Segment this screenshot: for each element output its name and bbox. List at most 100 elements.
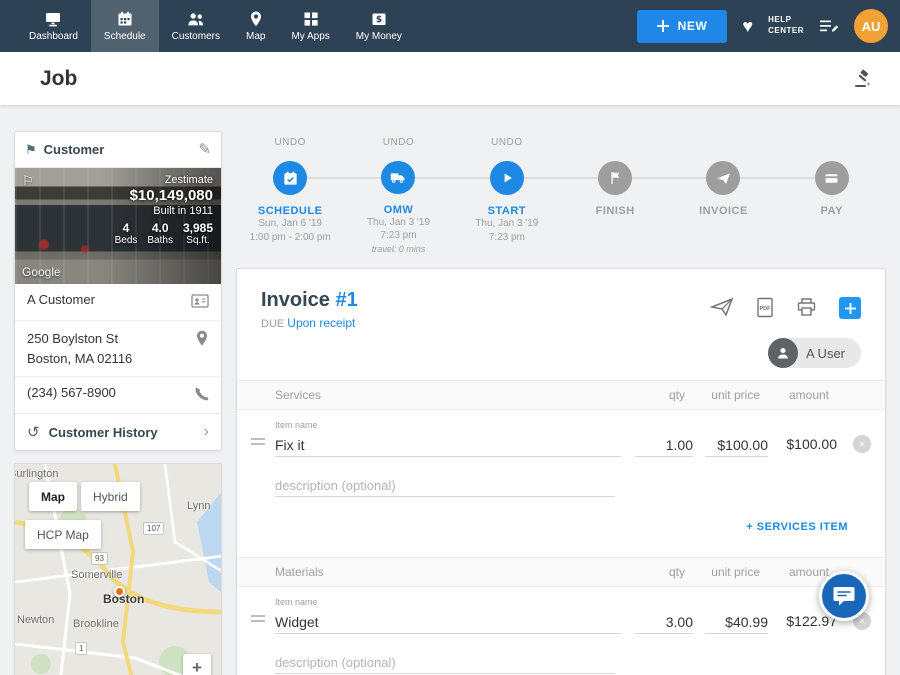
location-pin-icon[interactable] (195, 330, 209, 350)
due-label: DUE (261, 318, 284, 330)
customer-card-header: ⚑ Customer ✎ (15, 132, 221, 168)
service-unit-price-input[interactable] (705, 433, 768, 457)
invoice-number[interactable]: #1 (335, 289, 357, 311)
svg-text:$: $ (376, 15, 382, 25)
item-name-label: Item name (275, 597, 621, 607)
customer-phone-row: (234) 567-8900 (15, 376, 221, 413)
start-step-icon[interactable] (490, 161, 524, 195)
pay-step-icon[interactable] (815, 161, 849, 195)
map-pin-icon (247, 10, 265, 28)
step-schedule: UNDO SCHEDULE Sun, Jan 6 '19 1:00 pm - 2… (236, 137, 344, 255)
nav-my-apps-label: My Apps (291, 31, 329, 42)
nav-schedule[interactable]: Schedule (91, 0, 159, 52)
photo-flag-icon: ⚐ (22, 173, 34, 189)
remove-service-item-button[interactable]: × (853, 435, 871, 453)
map-type-map-button[interactable]: Map (29, 482, 77, 511)
schedule-step-icon[interactable] (273, 161, 307, 195)
material-name-input[interactable] (275, 610, 621, 634)
people-icon (187, 10, 205, 28)
pdf-button[interactable]: PDF (756, 297, 774, 318)
omw-travel: travel: 0 mins (372, 243, 426, 255)
chat-fab-button[interactable] (819, 571, 869, 621)
service-description-input[interactable] (275, 473, 615, 497)
new-button-label: NEW (678, 19, 708, 33)
chat-icon (832, 585, 856, 607)
nav-dashboard-label: Dashboard (29, 31, 78, 42)
zestimate-value: $10,149,080 (115, 187, 213, 204)
add-service-item-link[interactable]: + SERVICES ITEM (746, 521, 848, 533)
nav-customers[interactable]: Customers (159, 0, 233, 52)
route-shield-93: 93 (91, 552, 108, 565)
print-button[interactable] (796, 297, 817, 317)
nav-dashboard[interactable]: Dashboard (16, 0, 91, 52)
material-description-row (237, 634, 885, 674)
address-line2: Boston, MA 02116 (27, 349, 132, 369)
map-label-somerville: Somerville (71, 569, 122, 581)
start-step-label: START (488, 205, 526, 217)
map-type-hybrid-button[interactable]: Hybrid (81, 482, 140, 511)
contact-card-icon[interactable] (191, 293, 209, 312)
nav-my-money[interactable]: $ My Money (343, 0, 415, 52)
customer-address: 250 Boylston St Boston, MA 02116 (27, 329, 132, 368)
step-start: UNDO START Thu, Jan 3 '19 7:23 pm (453, 137, 561, 255)
schedule-time: 1:00 pm - 2:00 pm (250, 231, 331, 245)
top-nav: Dashboard Schedule Customers Map My Apps… (0, 0, 900, 52)
drag-handle-icon[interactable] (251, 438, 275, 445)
customer-history-button[interactable]: ↺ Customer History › (15, 413, 221, 450)
money-icon: $ (370, 10, 388, 28)
service-name-input[interactable] (275, 433, 621, 457)
edit-pencil-icon[interactable]: ✎ (198, 142, 211, 157)
nav-my-apps[interactable]: My Apps (278, 0, 342, 52)
zestimate-label: Zestimate (115, 174, 213, 186)
page-header: Job (0, 52, 900, 105)
stat-baths: 4.0 Baths (147, 221, 173, 246)
invoice-step-icon[interactable] (706, 161, 740, 195)
drag-handle-icon[interactable] (251, 615, 275, 622)
customer-name-row: A Customer (15, 284, 221, 320)
item-name-label: Item name (275, 420, 621, 430)
materials-amount-header: amount (772, 565, 829, 579)
pay-step-label: PAY (821, 205, 843, 217)
property-photo[interactable]: ⚐ Zestimate $10,149,080 Built in 1911 4 … (15, 168, 221, 284)
left-sidebar: ⚑ Customer ✎ ⚐ Zestimate $10,149,080 Bui… (14, 131, 222, 675)
add-invoice-button[interactable] (839, 297, 861, 319)
invoice-header: Invoice #1 DUE Upon receipt PDF (237, 269, 885, 330)
new-button[interactable]: NEW (637, 10, 728, 43)
step-omw: UNDO OMW Thu, Jan 3 '19 7:23 pm travel: … (344, 137, 452, 255)
material-description-input[interactable] (275, 650, 615, 674)
assignee-avatar (768, 338, 798, 368)
hcp-map-button[interactable]: HCP Map (25, 520, 101, 549)
due-terms-link[interactable]: Upon receipt (287, 316, 355, 330)
assignee-pill[interactable]: A User (768, 338, 861, 368)
omw-undo-button[interactable]: UNDO (383, 137, 414, 151)
referral-heart-icon[interactable]: ♥ (742, 17, 753, 35)
zestimate-overlay: Zestimate $10,149,080 Built in 1911 4 Be… (115, 174, 213, 246)
invoice-title-block: Invoice #1 DUE Upon receipt (261, 289, 358, 330)
pdf-icon-text: PDF (760, 306, 772, 312)
main-content: UNDO SCHEDULE Sun, Jan 6 '19 1:00 pm - 2… (236, 131, 886, 675)
omw-step-icon[interactable] (381, 161, 415, 194)
nav-map[interactable]: Map (233, 0, 278, 52)
map-widget[interactable]: Burlington Lynn Somerville Boston Brookl… (14, 463, 222, 675)
job-location-marker[interactable] (114, 586, 125, 597)
service-qty-input[interactable] (635, 433, 693, 457)
step-invoice: INVOICE (669, 137, 777, 255)
omw-step-label: OMW (384, 204, 414, 216)
material-unit-price-input[interactable] (705, 610, 768, 634)
tasks-list-icon[interactable] (819, 17, 839, 35)
job-tools-icon[interactable] (852, 69, 872, 89)
help-center-link[interactable]: HELP CENTER (768, 15, 804, 37)
built-year: Built in 1911 (115, 205, 213, 217)
start-undo-button[interactable]: UNDO (491, 137, 522, 151)
material-qty-input[interactable] (635, 610, 693, 634)
phone-icon[interactable] (193, 386, 209, 405)
step-pay: PAY (778, 137, 886, 255)
customer-name: A Customer (27, 292, 95, 307)
user-avatar[interactable]: AU (854, 9, 888, 43)
finish-step-icon[interactable] (598, 161, 632, 195)
due-line: DUE Upon receipt (261, 316, 358, 330)
schedule-undo-button[interactable]: UNDO (274, 137, 305, 151)
customer-card: ⚑ Customer ✎ ⚐ Zestimate $10,149,080 Bui… (14, 131, 222, 451)
send-invoice-button[interactable] (710, 297, 734, 317)
zoom-in-button[interactable]: + (183, 654, 211, 675)
